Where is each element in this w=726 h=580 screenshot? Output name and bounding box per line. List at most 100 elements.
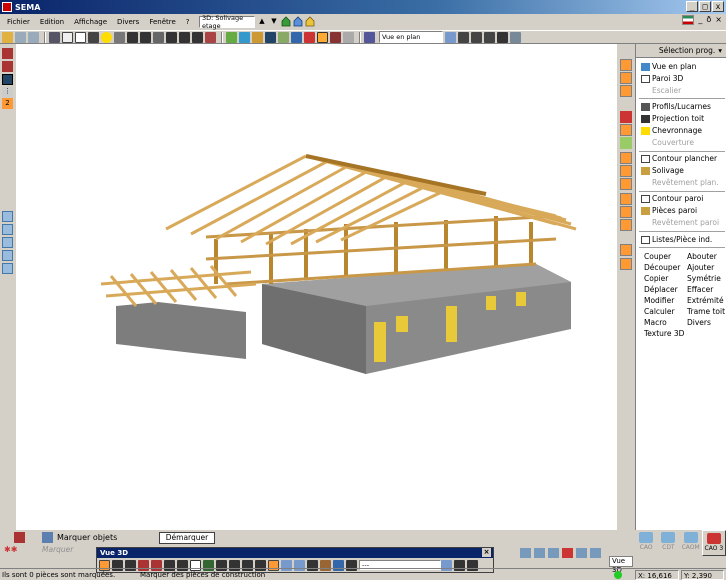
view-mode-combo[interactable]: Vue en plan — [379, 31, 443, 43]
cmd-couper[interactable]: Couper — [644, 252, 671, 261]
wall-cover-icon[interactable] — [620, 219, 632, 231]
beam-icon[interactable] — [265, 31, 276, 43]
align-icon[interactable] — [458, 31, 469, 43]
layers-icon[interactable] — [205, 31, 216, 43]
house-green-icon[interactable] — [281, 16, 291, 27]
item-projection-toit[interactable]: Projection toit — [641, 113, 704, 124]
cmd-calculer[interactable]: Calculer — [644, 307, 675, 316]
tool-icon-1[interactable] — [520, 548, 531, 558]
new-doc-icon[interactable] — [75, 31, 86, 43]
grid-icon[interactable] — [510, 31, 521, 43]
open-folder-icon[interactable] — [2, 31, 13, 43]
zoom-fit-icon[interactable] — [140, 31, 151, 43]
layout-icon[interactable] — [2, 74, 13, 85]
house-icon[interactable] — [2, 48, 13, 59]
rotate-icon[interactable] — [192, 31, 203, 43]
item-contour-plancher[interactable]: Contour plancher — [641, 153, 717, 164]
view-down-button[interactable]: ▼ — [269, 16, 279, 27]
palette-icon-4[interactable] — [2, 250, 13, 261]
item-escalier[interactable]: Escalier — [641, 85, 681, 96]
joint-icon[interactable] — [291, 31, 302, 43]
zoom-extents-icon[interactable] — [127, 31, 138, 43]
wall-icon[interactable] — [226, 31, 237, 43]
cmd-symetrie[interactable]: Symétrie — [687, 274, 721, 283]
item-vue-en-plan[interactable]: Vue en plan — [641, 61, 696, 72]
tool-icon-4[interactable] — [562, 548, 573, 558]
tool-icon-3[interactable] — [548, 548, 559, 558]
item-profils[interactable]: Profils/Lucarnes — [641, 101, 711, 112]
doc-restore-button[interactable]: ð — [706, 15, 711, 25]
stair-icon[interactable] — [620, 85, 632, 97]
shade-icon[interactable] — [317, 31, 328, 43]
item-solivage[interactable]: Solivage — [641, 165, 684, 176]
maximize-button[interactable]: □ — [699, 1, 711, 12]
level-counter[interactable]: 2 — [2, 98, 13, 109]
item-couverture[interactable]: Couverture — [641, 137, 694, 148]
cad-button-cdt[interactable]: CDT — [657, 530, 679, 556]
house-section-icon[interactable] — [2, 61, 13, 72]
palette-icon-2[interactable] — [2, 224, 13, 235]
zoom-window-icon[interactable] — [88, 31, 99, 43]
view-selector[interactable]: 3D: Solivage etage — [199, 14, 255, 30]
measure-icon[interactable] — [239, 31, 250, 43]
zoom-in-icon[interactable] — [166, 31, 177, 43]
item-revetement-paroi[interactable]: Revêtement paroi — [641, 217, 719, 228]
plan-view-icon[interactable] — [620, 59, 632, 71]
select-icon[interactable] — [153, 31, 164, 43]
cmd-macro[interactable]: Macro — [644, 318, 667, 327]
item-revetement-plan[interactable]: Revêtement plan. — [641, 177, 719, 188]
marquer-tool-icon[interactable] — [14, 532, 25, 543]
rafter-icon[interactable] — [620, 137, 632, 149]
info-icon[interactable]: ⋮ — [2, 87, 13, 98]
menu-affichage[interactable]: Affichage — [69, 18, 112, 26]
palette-icon-1[interactable] — [2, 211, 13, 222]
tool-icon-2[interactable] — [534, 548, 545, 558]
3d-viewport[interactable] — [16, 44, 617, 530]
menu-fenetre[interactable]: Fenêtre — [144, 18, 180, 26]
item-chevronnage[interactable]: Chevronnage — [641, 125, 702, 136]
page-icon[interactable] — [62, 31, 73, 43]
wall-pieces-icon[interactable] — [620, 206, 632, 218]
vue3d-close-button[interactable]: × — [482, 548, 491, 557]
item-contour-paroi[interactable]: Contour paroi — [641, 193, 703, 204]
wall-outline-icon[interactable] — [620, 193, 632, 205]
lightbulb-icon[interactable] — [101, 31, 112, 43]
render-icon[interactable] — [304, 31, 315, 43]
stretch-icon[interactable] — [471, 31, 482, 43]
house-blue-icon[interactable] — [293, 16, 303, 27]
redo-icon[interactable] — [28, 31, 39, 43]
cad-button-cao[interactable]: CAO — [635, 530, 657, 556]
language-flag-icon[interactable] — [682, 15, 695, 25]
floor-outline-icon[interactable] — [620, 152, 632, 164]
print-icon[interactable] — [49, 31, 60, 43]
texture-icon[interactable] — [330, 31, 341, 43]
cmd-trame-toit[interactable]: Trame toit — [687, 307, 725, 316]
cmd-modifier[interactable]: Modifier — [644, 296, 674, 305]
profiles-icon[interactable] — [620, 111, 632, 123]
cmd-effacer[interactable]: Effacer — [687, 285, 713, 294]
cmd-texture-3d[interactable]: Texture 3D — [644, 329, 684, 338]
cad-button-caom[interactable]: CAOM — [680, 530, 702, 556]
cmd-divers[interactable]: Divers — [687, 318, 711, 327]
list-icon[interactable] — [620, 244, 632, 256]
joist-icon[interactable] — [620, 165, 632, 177]
truss-icon[interactable] — [278, 31, 289, 43]
list-icon[interactable] — [364, 31, 375, 43]
menu-edition[interactable]: Edition — [35, 18, 69, 26]
menu-divers[interactable]: Divers — [112, 18, 144, 26]
tool-icon-5[interactable] — [576, 548, 587, 558]
tool-icon-6[interactable] — [590, 548, 601, 558]
doc-close-button[interactable]: × — [715, 15, 722, 25]
move-icon[interactable] — [179, 31, 190, 43]
binoculars-icon[interactable] — [497, 31, 508, 43]
view-icon[interactable] — [343, 31, 354, 43]
cmd-abouter[interactable]: Abouter — [687, 252, 717, 261]
menu-fichier[interactable]: Fichier — [2, 18, 35, 26]
cmd-extremite[interactable]: Extrémité — [687, 296, 724, 305]
combo-arrow-icon[interactable] — [445, 31, 456, 43]
roof-icon[interactable] — [252, 31, 263, 43]
program-selector[interactable]: Sélection prog. ▾ — [636, 44, 726, 58]
house-yellow-icon[interactable] — [305, 16, 315, 27]
palette-icon-5[interactable] — [2, 263, 13, 274]
pan-icon[interactable] — [114, 31, 125, 43]
